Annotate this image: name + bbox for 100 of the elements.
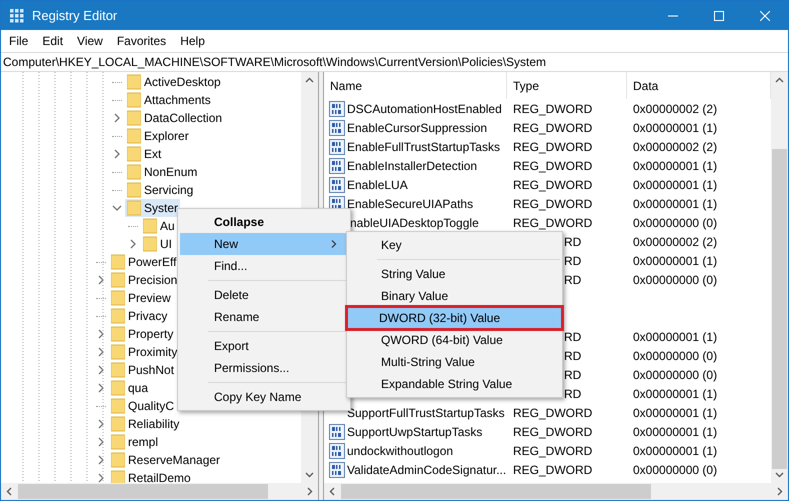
value-name[interactable]: EnableCursorSuppression (347, 118, 488, 136)
scroll-thumb[interactable] (18, 484, 268, 499)
menu-item[interactable]: Binary Value (349, 285, 560, 307)
value-data: 0x00000001 (1) (633, 158, 718, 172)
menu-item[interactable]: QWORD (64-bit) Value (349, 329, 560, 351)
menu-item[interactable]: Help (173, 30, 212, 52)
value-type: RD (564, 254, 582, 268)
menu-item[interactable]: Edit (35, 30, 70, 52)
tree-item[interactable]: Proximity (109, 343, 180, 361)
column-header[interactable]: Type (507, 72, 627, 99)
folder-icon (111, 344, 125, 360)
value-name[interactable]: DSCAutomationHostEnabled (347, 100, 502, 118)
folder-icon (127, 92, 141, 108)
folder-icon (127, 74, 141, 90)
value-name[interactable]: undockwithoutlogon (347, 442, 454, 460)
binary-value-icon (329, 100, 345, 116)
window-title: Registry Editor (32, 6, 118, 25)
menu-item[interactable]: Delete (180, 284, 348, 306)
value-name[interactable]: SupportUwpStartupTasks (347, 422, 482, 440)
value-data: 0x00000001 (1) (633, 254, 718, 268)
value-type: REG_DWORD (513, 196, 592, 210)
menu-item[interactable]: Copy Key Name (180, 386, 348, 408)
tree-item[interactable]: Property (109, 325, 176, 343)
binary-value-icon (329, 176, 345, 192)
tree-item[interactable]: qua (109, 379, 150, 397)
value-type: REG_DWORD (513, 120, 592, 134)
menu-item[interactable]: View (70, 30, 110, 52)
value-name[interactable]: SupportFullTrustStartupTasks (347, 404, 505, 422)
binary-value-icon (329, 424, 345, 440)
tree-item[interactable]: Preview (109, 289, 173, 307)
folder-icon (127, 128, 141, 144)
tree-item[interactable]: QualityC (109, 397, 176, 415)
folder-icon (111, 272, 125, 288)
tree-item[interactable]: Explorer (125, 127, 191, 145)
tree-item[interactable]: DataCollection (125, 109, 224, 127)
menu-item[interactable]: DWORD (32-bit) Value (347, 307, 562, 329)
value-data: 0x00000001 (1) (633, 330, 718, 344)
folder-icon (143, 236, 157, 252)
tree-item[interactable]: Syster (125, 199, 180, 217)
menu-item[interactable]: Find... (180, 255, 348, 277)
horizontal-scrollbar[interactable] (324, 483, 788, 500)
value-data: 0x00000000 (0) (633, 216, 718, 230)
tree-item[interactable]: ReserveManager (109, 451, 222, 469)
menu-item[interactable]: Permissions... (180, 357, 348, 379)
value-name[interactable]: EnableLUA (347, 176, 408, 194)
binary-value-icon (329, 442, 345, 458)
value-name[interactable]: nableUIADesktopToggle (350, 214, 479, 232)
value-type: REG_DWORD (513, 102, 592, 116)
menu-item[interactable]: Multi-String Value (349, 351, 560, 373)
tree-item[interactable]: rempl (109, 433, 160, 451)
folder-icon (111, 362, 125, 378)
horizontal-scrollbar[interactable] (1, 483, 318, 500)
folder-icon (111, 290, 125, 306)
value-name[interactable]: EnableFullTrustStartupTasks (347, 138, 500, 156)
column-header[interactable]: Name (324, 72, 507, 99)
value-data: 0x00000002 (2) (633, 234, 718, 248)
menu-item[interactable]: Collapse (180, 211, 348, 233)
value-data: 0x00000002 (2) (633, 140, 718, 154)
tree-item[interactable]: Precision (109, 271, 180, 289)
value-type: RD (564, 348, 582, 362)
scroll-thumb[interactable] (341, 484, 651, 499)
tree-item[interactable]: Ext (125, 145, 164, 163)
menu-item[interactable]: File (2, 30, 36, 52)
tree-item[interactable]: Attachments (125, 91, 213, 109)
menu-item[interactable]: Expandable String Value (349, 373, 560, 395)
value-name[interactable]: ValidateAdminCodeSignatur... (347, 460, 506, 478)
chevron-right-icon[interactable] (128, 239, 138, 249)
value-data: 0x00000001 (1) (633, 120, 718, 134)
vertical-scrollbar[interactable] (771, 72, 788, 483)
value-name[interactable]: EnableSecureUIAPaths (347, 194, 474, 212)
tree-item[interactable]: Reliability (109, 415, 182, 433)
value-data: 0x00000000 (0) (633, 272, 718, 286)
value-data: 0x00000000 (0) (633, 348, 718, 362)
value-name[interactable]: EnableInstallerDetection (347, 156, 478, 174)
chevron-down-icon[interactable] (112, 203, 122, 213)
menu-item[interactable]: New (180, 233, 348, 255)
tree-item[interactable]: Au (141, 217, 177, 235)
tree-item[interactable]: PushNot (109, 361, 176, 379)
tree-item[interactable]: PowerEff (109, 253, 178, 271)
folder-icon (111, 398, 125, 414)
menu-item[interactable]: String Value (349, 263, 560, 285)
tree-item[interactable]: Servicing (125, 181, 196, 199)
tree-item[interactable]: NonEnum (125, 163, 200, 181)
scroll-thumb[interactable] (772, 149, 787, 469)
menu-item[interactable]: Rename (180, 306, 348, 328)
folder-icon (111, 254, 125, 270)
tree-item[interactable]: RetailDemo (109, 469, 193, 483)
tree-item[interactable]: Privacy (109, 307, 170, 325)
chevron-right-icon[interactable] (96, 275, 106, 285)
menu-item[interactable]: Key (349, 234, 560, 256)
chevron-right-icon[interactable] (112, 149, 122, 159)
menu-item[interactable]: Favorites (110, 30, 174, 52)
chevron-right-icon[interactable] (112, 113, 122, 123)
folder-icon (143, 218, 157, 234)
tree-item[interactable]: UI (141, 235, 174, 253)
tree-item[interactable]: ActiveDesktop (125, 73, 223, 91)
value-type: RD (564, 386, 582, 400)
menu-item[interactable]: Export (180, 335, 348, 357)
address-field[interactable]: Computer\HKEY_LOCAL_MACHINE\SOFTWARE\Microsoft\Windows\CurrentVersion\Policies\System (1, 52, 788, 72)
value-type: REG_DWORD (513, 140, 592, 154)
